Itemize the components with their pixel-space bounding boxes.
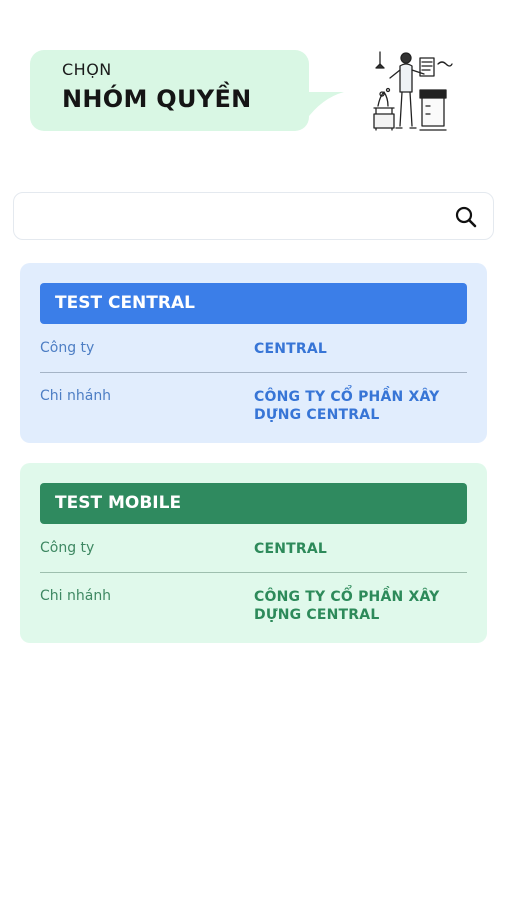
header-bubble: CHỌN NHÓM QUYỀN <box>30 50 309 131</box>
branch-label: Chi nhánh <box>40 588 112 604</box>
company-label: Công ty <box>40 340 95 356</box>
company-value: CENTRAL <box>254 341 328 357</box>
header-subtitle: CHỌN <box>62 60 112 79</box>
search-input[interactable] <box>26 201 450 233</box>
branch-value: CÔNG TY CỔ PHẦN XÂY DỰNG CENTRAL <box>254 589 440 623</box>
search-bar[interactable] <box>13 192 494 240</box>
bubble-tail <box>300 92 344 120</box>
company-value: CENTRAL <box>254 541 328 557</box>
group-title: TEST MOBILE <box>40 483 467 524</box>
branch-value: CÔNG TY CỔ PHẦN XÂY DỰNG CENTRAL <box>254 389 440 423</box>
person-working-illustration <box>373 51 453 131</box>
group-card-test-mobile[interactable]: TEST MOBILE Công ty CENTRAL Chi nhánh CÔ… <box>20 463 487 643</box>
branch-label: Chi nhánh <box>40 388 112 404</box>
group-title: TEST CENTRAL <box>40 283 467 324</box>
company-label: Công ty <box>40 540 95 556</box>
divider <box>40 372 467 373</box>
divider <box>40 572 467 573</box>
page-title: NHÓM QUYỀN <box>62 85 252 113</box>
search-icon[interactable] <box>455 206 477 228</box>
group-card-test-central[interactable]: TEST CENTRAL Công ty CENTRAL Chi nhánh C… <box>20 263 487 443</box>
